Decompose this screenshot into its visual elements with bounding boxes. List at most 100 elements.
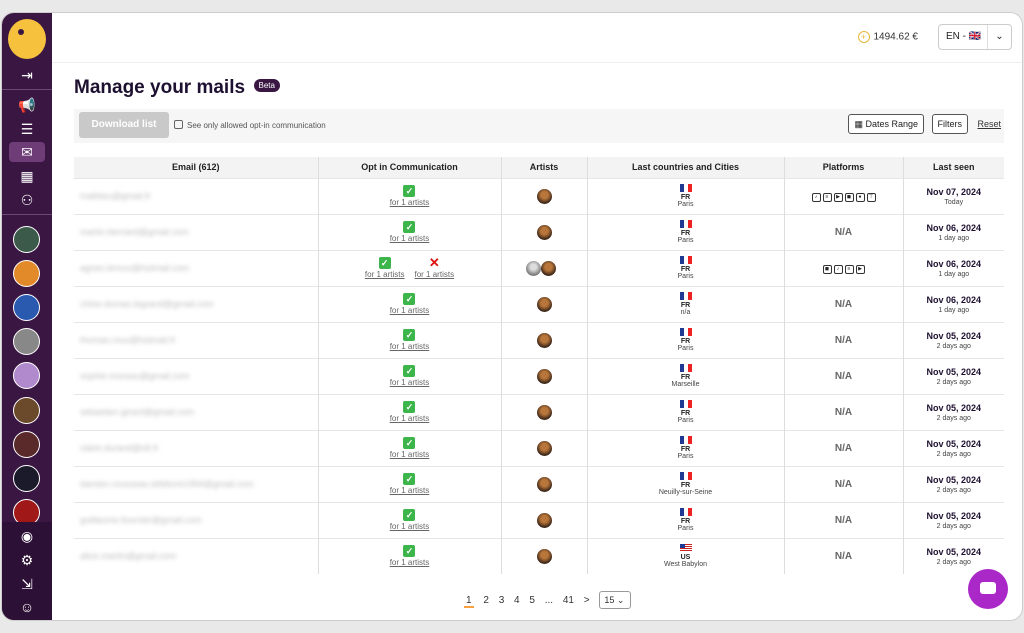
artist-avatar[interactable] [536, 368, 552, 384]
logo[interactable] [8, 19, 46, 59]
flag-icon [679, 220, 692, 228]
platform-icon: ≡ [844, 264, 854, 274]
optin-artists-link[interactable]: for 1 artists [390, 450, 430, 459]
last-seen-cell: Nov 05, 2024 2 days ago [903, 357, 1004, 394]
next-page-icon[interactable]: > [584, 595, 590, 606]
artist-avatar[interactable] [13, 260, 40, 287]
language-select[interactable]: EN - 🇬🇧 ⌄ [938, 24, 1012, 50]
dates-range-button[interactable]: ▦ Dates Range [848, 114, 924, 134]
reset-link[interactable]: Reset [977, 119, 1001, 129]
download-list-button[interactable]: Download list [79, 112, 169, 138]
last-seen-relative: 2 days ago [936, 414, 971, 422]
artist-avatar[interactable] [536, 188, 552, 204]
artist-avatar[interactable] [536, 440, 552, 456]
flag-icon [679, 508, 692, 516]
database-icon[interactable]: ◉ [14, 526, 40, 546]
city-name: Neuilly-sur-Seine [658, 489, 713, 496]
optin-artists-link[interactable]: for 1 artists [390, 342, 430, 351]
column-header-location[interactable]: Last countries and Cities [587, 157, 785, 178]
optin-artists-link[interactable]: for 1 artists [390, 414, 430, 423]
artist-avatar[interactable] [13, 328, 40, 355]
logout-icon[interactable]: ⇲ [14, 574, 40, 594]
table-row[interactable]: martin.bernard@gmail.com ✓ for 1 artists FR… [74, 213, 1004, 250]
table-row[interactable]: chloe.dumas.legrand@gmail.com ✓ for 1 arti… [74, 285, 1004, 322]
table-row[interactable]: claire.durand@sfr.fr ✓ for 1 artists FR Pari… [74, 429, 1004, 466]
table-row[interactable]: thomas.roux@hotmail.fr ✓ for 1 artists FR Pa… [74, 321, 1004, 358]
column-header-platforms[interactable]: Platforms [784, 157, 904, 178]
artists-cell [501, 321, 588, 358]
table-row[interactable]: sophie.moreau@gmail.com ✓ for 1 artists FR M… [74, 357, 1004, 394]
page-link[interactable]: 4 [514, 595, 520, 606]
email-cell: mathieu@gmail.fr [74, 177, 319, 214]
optin-artists-link[interactable]: for 1 artists [390, 522, 430, 531]
artist-avatar[interactable] [536, 512, 552, 528]
optin-artists-link[interactable]: for 1 artists [390, 234, 430, 243]
calendar-icon[interactable]: ▦ [14, 166, 40, 186]
per-page-select[interactable]: 15 ⌄ [599, 591, 632, 609]
last-seen-date: Nov 06, 2024 [926, 258, 982, 269]
artist-avatar[interactable] [526, 260, 541, 276]
column-header-last-seen[interactable]: Last seen [903, 157, 1004, 178]
artist-avatar[interactable] [536, 404, 552, 420]
check-icon: ✓ [403, 509, 416, 521]
page-link[interactable]: 5 [529, 595, 535, 606]
optin-artists-link[interactable]: for 1 artists [365, 270, 405, 279]
account-icon[interactable]: ☺ [14, 597, 40, 617]
table-row[interactable]: guillaume.fournier@gmail.com ✓ for 1 artis… [74, 501, 1004, 538]
user-settings-icon[interactable]: ⚇ [14, 190, 40, 210]
artist-avatar[interactable] [13, 294, 40, 321]
page-link[interactable]: 2 [483, 595, 489, 606]
chevron-down-icon[interactable]: ⌄ [987, 25, 1011, 49]
column-header-email[interactable]: Email (612) [74, 157, 319, 178]
optin-cell: ✓ for 1 artists [318, 465, 502, 502]
country-code: FR [680, 374, 691, 381]
table-row[interactable]: mathieu@gmail.fr ✓ for 1 artists FR Paris ♪ ≡ ▶… [74, 177, 1004, 214]
artist-avatar[interactable] [536, 332, 552, 348]
platforms-na: N/A [834, 406, 853, 418]
optin-checkbox[interactable] [174, 120, 183, 129]
optin-artists-link[interactable]: for 1 artists [390, 198, 430, 207]
page-link[interactable]: 3 [499, 595, 505, 606]
optin-allowed: ✓ for 1 artists [390, 185, 430, 207]
optin-artists-link[interactable]: for 1 artists [390, 558, 430, 567]
optin-artists-link[interactable]: for 1 artists [390, 378, 430, 387]
column-header-artists[interactable]: Artists [501, 157, 588, 178]
artist-avatar[interactable] [13, 362, 40, 389]
artist-avatar[interactable] [13, 226, 40, 253]
location-cell: US West Babylon [587, 537, 785, 574]
artist-avatar[interactable] [536, 224, 552, 240]
wallet-balance[interactable]: +1494.62 € [857, 31, 918, 43]
list-edit-icon[interactable]: ☰ [14, 119, 40, 139]
optin-cell: ✓ for 1 artists [318, 357, 502, 394]
column-header-optin[interactable]: Opt in Communication [318, 157, 502, 178]
table-row[interactable]: alice.martin@gmail.com ✓ for 1 artists US We… [74, 537, 1004, 574]
gear-icon[interactable]: ⚙ [14, 550, 40, 570]
artists-cell [501, 213, 588, 250]
table-row[interactable]: sebastien.girard@gmail.com ✓ for 1 artists… [74, 393, 1004, 430]
chat-icon[interactable] [968, 569, 1008, 609]
artist-avatar[interactable] [541, 260, 556, 276]
page-link[interactable]: 1 [464, 595, 474, 608]
mail-icon[interactable]: ✉ [9, 142, 45, 162]
artist-avatar[interactable] [536, 476, 552, 492]
filters-button[interactable]: Filters [931, 114, 968, 134]
page-link[interactable]: 41 [563, 595, 574, 606]
artist-avatar[interactable] [13, 431, 40, 458]
optin-filter[interactable]: See only allowed opt-in communication [174, 120, 326, 130]
expand-sidebar-icon[interactable]: ⇥ [14, 65, 40, 85]
last-seen-cell: Nov 06, 2024 1 day ago [903, 213, 1004, 250]
artist-avatar[interactable] [536, 296, 552, 312]
platform-icon: ♪ [811, 192, 821, 202]
artist-avatar[interactable] [13, 397, 40, 424]
megaphone-icon[interactable]: 📢 [14, 95, 40, 115]
artist-avatar[interactable] [13, 465, 40, 492]
optout-artists-link[interactable]: for 1 artists [415, 270, 455, 279]
optin-artists-link[interactable]: for 1 artists [390, 486, 430, 495]
flag-icon [679, 328, 692, 336]
optin-artists-link[interactable]: for 1 artists [390, 306, 430, 315]
location-cell: FR Marseille [587, 357, 785, 394]
table-row[interactable]: damien.rousseau.lefebvre1994@gmail.com ✓ f… [74, 465, 1004, 502]
artists-cell [501, 429, 588, 466]
table-row[interactable]: agnes.leroux@hotmail.com ✓ for 1 artists ✕ f… [74, 249, 1004, 286]
artist-avatar[interactable] [536, 548, 552, 564]
